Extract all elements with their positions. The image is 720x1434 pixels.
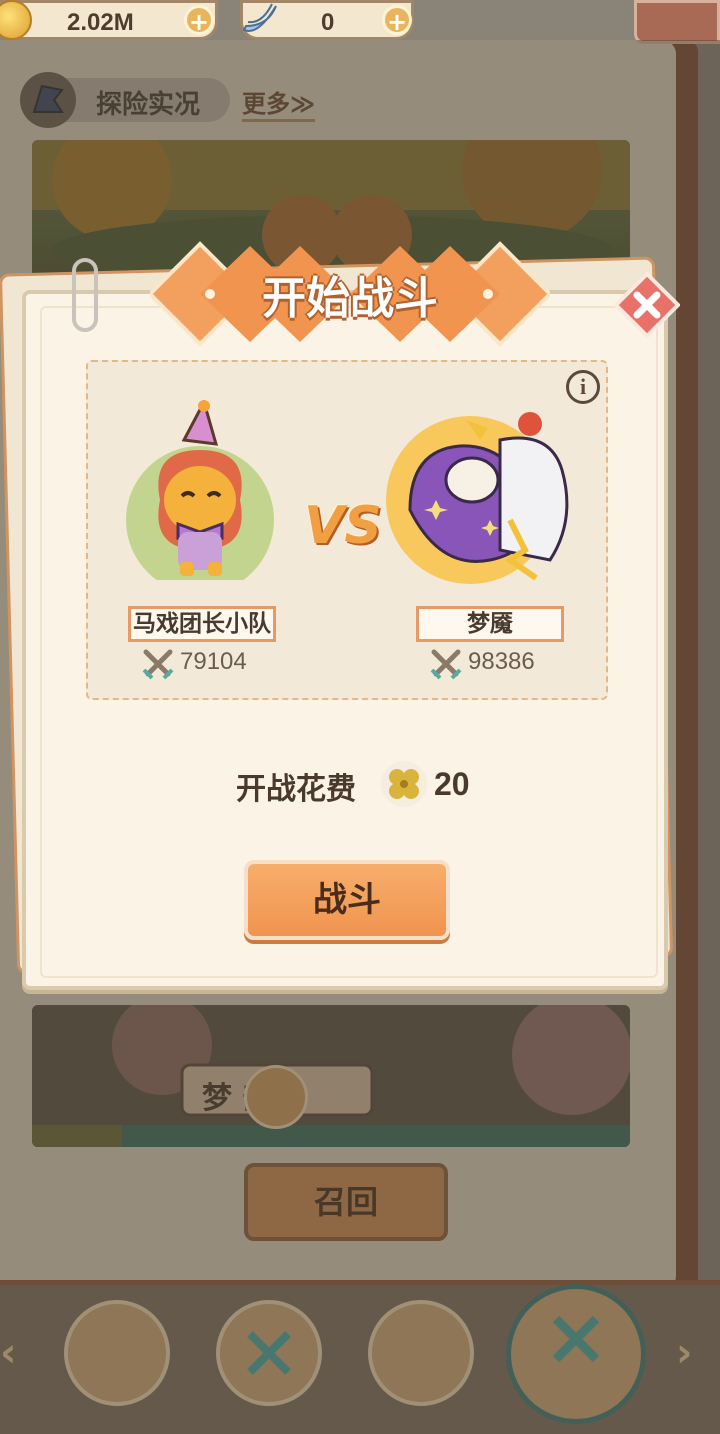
crossed-swords-icon [430, 649, 462, 680]
modal-title: 开始战斗 [262, 273, 438, 324]
cost-value: 20 [434, 766, 470, 802]
close-button[interactable] [614, 272, 680, 338]
paperclip-icon [72, 258, 98, 332]
enemy-power: 98386 [468, 648, 535, 675]
player-portrait [126, 400, 274, 580]
top-close-button[interactable] [634, 0, 720, 44]
enemy-name: 梦魇 [416, 606, 564, 642]
player-team-name: 马戏团长小队 [128, 606, 276, 642]
fight-button[interactable]: 战斗 [244, 860, 450, 940]
cost-label: 开战花费 [236, 772, 356, 807]
vs-label: VS [304, 496, 382, 556]
banana-icon [242, 3, 277, 32]
player-power: 79104 [180, 648, 247, 675]
info-icon[interactable]: i [566, 370, 600, 404]
enemy-portrait [386, 412, 569, 584]
banana-value: 0 [321, 9, 335, 36]
crossed-swords-icon [142, 649, 174, 680]
add-banana-button[interactable]: + [382, 5, 412, 36]
add-gold-button[interactable]: + [184, 5, 214, 36]
clover-icon [381, 761, 427, 807]
gold-value: 2.02M [67, 9, 134, 36]
